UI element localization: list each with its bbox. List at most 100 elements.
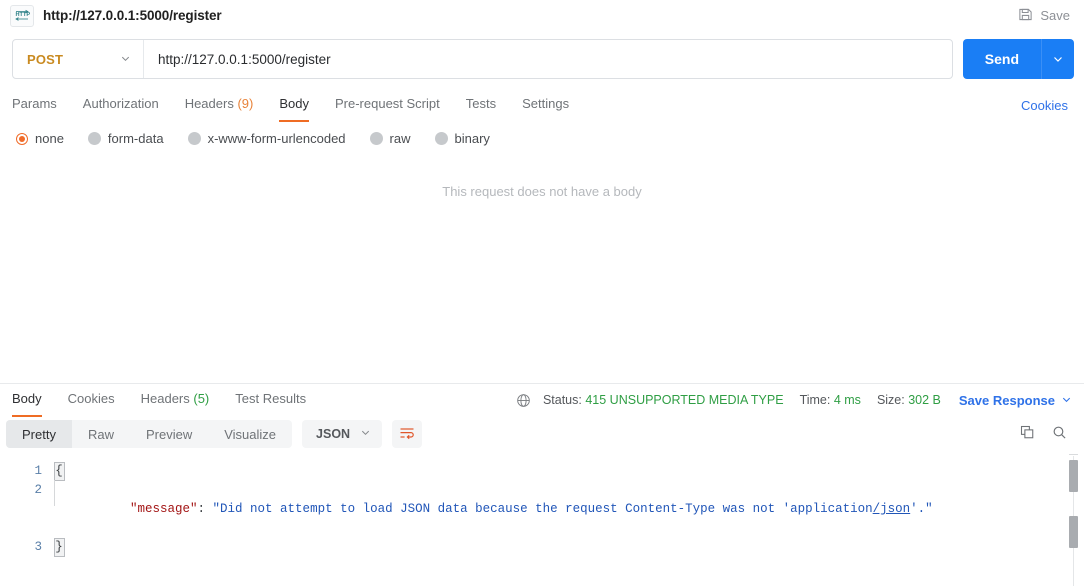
response-scrollbar[interactable] bbox=[1069, 454, 1078, 586]
radio-unselected-icon bbox=[88, 132, 101, 145]
body-type-x-www-form-urlencoded[interactable]: x-www-form-urlencoded bbox=[188, 131, 346, 146]
http-badge-icon: HTTP bbox=[10, 5, 34, 27]
tab-title[interactable]: http://127.0.0.1:5000/register bbox=[43, 8, 222, 23]
request-tab-headers-label: Headers bbox=[185, 96, 234, 111]
url-row: POST http://127.0.0.1:5000/register Send bbox=[0, 31, 1084, 89]
request-body-area: This request does not have a body bbox=[0, 152, 1084, 383]
body-type-none[interactable]: none bbox=[16, 131, 64, 146]
method-selector[interactable]: POST bbox=[13, 40, 144, 78]
postman-window: HTTP http://127.0.0.1:5000/register Save bbox=[0, 0, 1084, 586]
request-tab-authorization[interactable]: Authorization bbox=[83, 89, 159, 122]
body-type-form-data[interactable]: form-data bbox=[88, 131, 164, 146]
response-tab-cookies[interactable]: Cookies bbox=[68, 384, 115, 417]
fold-guide-line bbox=[54, 480, 55, 506]
radio-selected-icon bbox=[16, 133, 28, 145]
url-box: POST http://127.0.0.1:5000/register bbox=[12, 39, 953, 79]
time-item: Time: 4 ms bbox=[800, 393, 861, 407]
save-button[interactable]: Save bbox=[1012, 4, 1076, 28]
code-line: 1 { bbox=[0, 462, 1084, 481]
request-tab-pre-request-script-label: Pre-request Script bbox=[335, 96, 440, 111]
request-tab-settings-label: Settings bbox=[522, 96, 569, 111]
save-response-button[interactable]: Save Response bbox=[959, 393, 1072, 408]
format-tab-pretty[interactable]: Pretty bbox=[6, 420, 72, 448]
save-response-label: Save Response bbox=[959, 393, 1055, 408]
response-tab-headers-label: Headers bbox=[141, 391, 190, 406]
line-number: 1 bbox=[0, 462, 52, 481]
size-item: Size: 302 B bbox=[877, 393, 941, 407]
send-button-group: Send bbox=[963, 39, 1074, 79]
request-tab-tests[interactable]: Tests bbox=[466, 89, 496, 122]
response-tab-headers[interactable]: Headers (5) bbox=[141, 384, 210, 417]
json-colon: : bbox=[198, 502, 213, 516]
search-icon bbox=[1052, 425, 1067, 443]
save-button-label: Save bbox=[1040, 8, 1070, 23]
floppy-disk-icon bbox=[1018, 7, 1033, 25]
request-tab-pre-request-script[interactable]: Pre-request Script bbox=[335, 89, 440, 122]
send-options-button[interactable] bbox=[1041, 39, 1074, 79]
radio-unselected-icon bbox=[435, 132, 448, 145]
response-format-toolbar: Pretty Raw Preview Visualize JSON bbox=[0, 416, 1084, 454]
request-tab-settings[interactable]: Settings bbox=[522, 89, 569, 122]
radio-unselected-icon bbox=[188, 132, 201, 145]
chevron-down-icon bbox=[360, 427, 371, 441]
svg-text:HTTP: HTTP bbox=[15, 12, 30, 18]
format-tab-visualize[interactable]: Visualize bbox=[208, 420, 292, 448]
chevron-down-icon bbox=[1061, 393, 1072, 408]
radio-unselected-icon bbox=[370, 132, 383, 145]
word-wrap-icon bbox=[399, 426, 415, 443]
response-tab-body[interactable]: Body bbox=[12, 384, 42, 417]
json-value-part1: "Did not attempt to load JSON data becau… bbox=[213, 502, 873, 516]
status-label: Status: bbox=[543, 393, 582, 407]
json-key: "message" bbox=[130, 502, 198, 516]
format-tab-preview[interactable]: Preview bbox=[130, 420, 208, 448]
method-label: POST bbox=[27, 52, 63, 67]
scrollbar-thumb[interactable] bbox=[1069, 460, 1078, 492]
code-text: "message": "Did not attempt to load JSON… bbox=[66, 481, 1084, 538]
request-tabs: Params Authorization Headers (9) Body Pr… bbox=[0, 89, 1084, 122]
copy-icon bbox=[1020, 425, 1035, 443]
search-button[interactable] bbox=[1046, 421, 1072, 447]
response-tab-headers-count: (5) bbox=[193, 391, 209, 406]
send-button[interactable]: Send bbox=[963, 39, 1041, 79]
code-line: 3 } bbox=[0, 538, 1084, 557]
code-line: 2 "message": "Did not attempt to load JS… bbox=[0, 481, 1084, 538]
globe-icon bbox=[516, 393, 531, 408]
request-tab-params[interactable]: Params bbox=[12, 89, 57, 122]
request-tab-headers[interactable]: Headers (9) bbox=[185, 89, 254, 122]
response-tab-cookies-label: Cookies bbox=[68, 391, 115, 406]
size-value: 302 B bbox=[908, 393, 941, 407]
response-tab-test-results[interactable]: Test Results bbox=[235, 384, 306, 417]
time-value: 4 ms bbox=[834, 393, 861, 407]
response-tab-body-label: Body bbox=[12, 391, 42, 406]
response-tabs: Body Cookies Headers (5) Test Results St… bbox=[0, 384, 1084, 416]
scrollbar-thumb-secondary[interactable] bbox=[1069, 516, 1078, 548]
request-tab-tests-label: Tests bbox=[466, 96, 496, 111]
request-cookies-link[interactable]: Cookies bbox=[1017, 96, 1072, 115]
time-label: Time: bbox=[800, 393, 831, 407]
response-format-tabs: Pretty Raw Preview Visualize bbox=[6, 420, 292, 448]
url-input[interactable]: http://127.0.0.1:5000/register bbox=[144, 40, 952, 78]
copy-button[interactable] bbox=[1014, 421, 1040, 447]
body-type-x-www-form-urlencoded-label: x-www-form-urlencoded bbox=[208, 131, 346, 146]
word-wrap-button[interactable] bbox=[392, 420, 422, 448]
body-type-raw[interactable]: raw bbox=[370, 131, 411, 146]
line-number: 3 bbox=[0, 538, 52, 557]
fold-marker[interactable]: } bbox=[52, 538, 66, 557]
response-body-viewer[interactable]: 1 { 2 "message": "Did not attempt to loa… bbox=[0, 454, 1084, 586]
body-type-none-label: none bbox=[35, 131, 64, 146]
request-tab-authorization-label: Authorization bbox=[83, 96, 159, 111]
open-brace: { bbox=[54, 462, 65, 481]
json-value-part2: '." bbox=[910, 502, 933, 516]
request-tab-headers-count: (9) bbox=[237, 96, 253, 111]
request-tab-params-label: Params bbox=[12, 96, 57, 111]
body-type-radio-group: none form-data x-www-form-urlencoded raw… bbox=[0, 122, 1084, 152]
size-label: Size: bbox=[877, 393, 905, 407]
format-tab-raw[interactable]: Raw bbox=[72, 420, 130, 448]
fold-marker[interactable]: { bbox=[52, 462, 66, 481]
chevron-down-icon bbox=[120, 52, 131, 67]
body-type-binary[interactable]: binary bbox=[435, 131, 490, 146]
response-language-selector[interactable]: JSON bbox=[302, 420, 382, 448]
request-tab-body[interactable]: Body bbox=[279, 89, 309, 122]
line-number: 2 bbox=[0, 481, 52, 500]
tab-bar: HTTP http://127.0.0.1:5000/register Save bbox=[0, 0, 1084, 31]
